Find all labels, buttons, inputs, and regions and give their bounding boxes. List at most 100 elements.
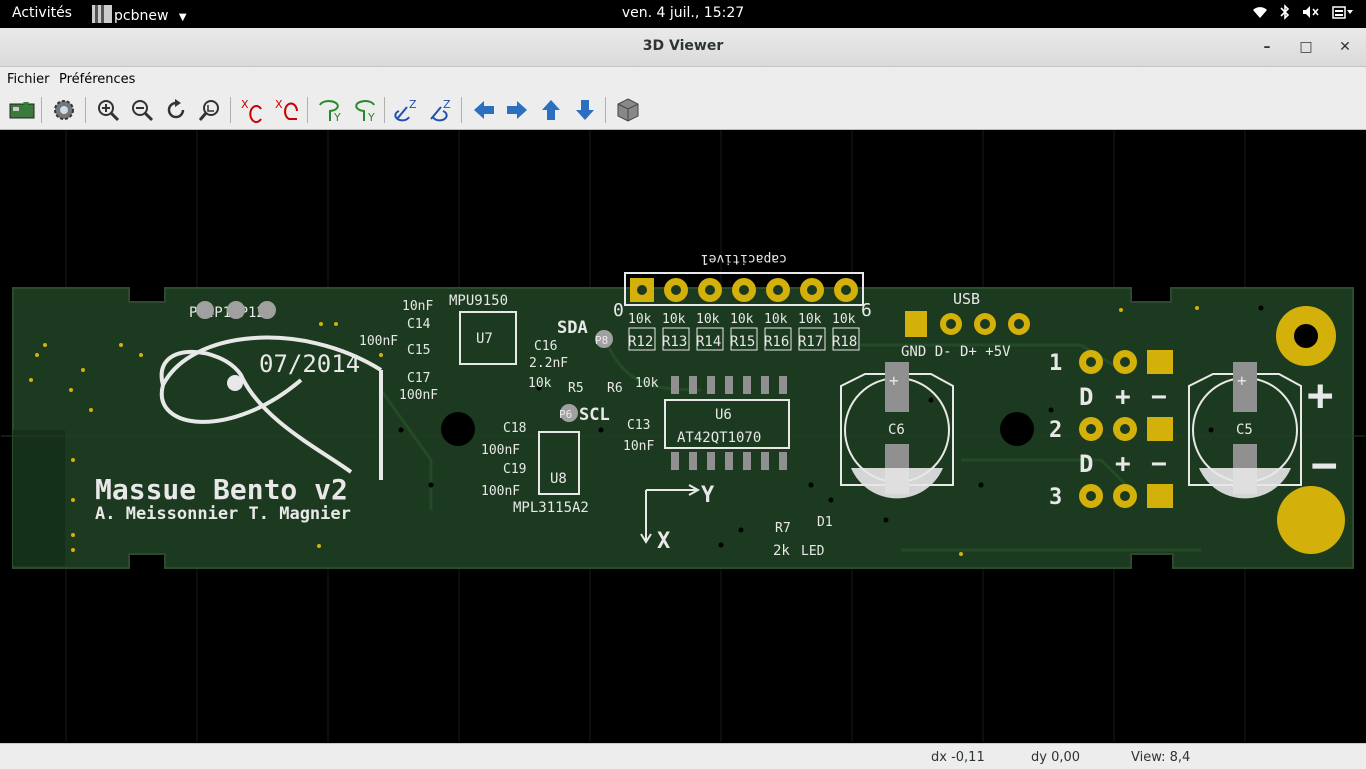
maximize-button[interactable]: □ [1295,36,1317,58]
header-pin-hole [671,285,681,295]
power-menu-icon [1332,5,1354,23]
status-dy: dy 0,00 [1031,750,1081,765]
zoom-out-icon[interactable] [127,95,157,125]
settings-icon[interactable] [49,95,79,125]
c13-value: 10nF [623,439,654,454]
conn-plus-2: + [1115,449,1131,479]
c18-value: 100nF [481,443,520,458]
header-pin-hole [705,285,715,295]
header-pin-first: 0 [613,300,624,321]
battery-plus: + [1307,370,1334,421]
zoom-fit-icon[interactable] [195,95,225,125]
r6-label: R6 [607,381,623,396]
resistor-value-label: 10k [696,312,720,327]
pan-up-icon[interactable] [536,95,566,125]
c15-value: 100nF [359,334,398,349]
u7-label: U7 [476,331,493,347]
pan-left-icon[interactable] [469,95,499,125]
header-pin-hole [773,285,783,295]
board-date: 07/2014 [259,350,360,378]
c15-label: C15 [407,343,430,358]
capacitive-header-label: capacitive1 [701,251,787,266]
svg-text:Z: Z [443,98,451,111]
app-menu[interactable]: pcbnew ▼ [92,5,187,24]
app-name: pcbnew [114,8,169,24]
redraw-icon[interactable] [161,95,191,125]
p6-label: P6 [559,408,572,421]
rotate-x-ccw-icon[interactable]: X [272,95,302,125]
c18-label: C18 [503,421,526,436]
rotate-z-cw-icon[interactable]: Z [392,95,422,125]
r7-label: R7 [775,521,791,536]
r5-label: R5 [568,381,584,396]
u8-part: MPL3115A2 [513,500,589,516]
minimize-button[interactable]: – [1256,36,1278,58]
rotate-x-cw-icon[interactable]: X [238,95,268,125]
mounting-hole-right [1000,412,1034,446]
conn-number-1: 1 [1049,351,1062,376]
pcbnew-app-icon [92,5,112,23]
u8-label: U8 [550,471,567,487]
conn-number-3: 3 [1049,485,1062,510]
d-letter-1: D [1079,383,1093,411]
3d-canvas[interactable]: Massue Bento v2 A. Meissonnier T. Magnie… [1,130,1365,742]
c13-label: C13 [627,418,650,433]
status-dx: dx -0,11 [931,750,985,765]
resistor-value-label: 10k [662,312,686,327]
reload-board-icon[interactable] [7,95,37,125]
ortho-view-icon[interactable] [613,95,643,125]
conn-minus-1: − [1151,382,1167,412]
menu-preferences[interactable]: Préférences [59,72,135,87]
svg-text:Y: Y [333,111,341,123]
c16-label: C16 [534,339,557,354]
d1-label: D1 [817,515,833,530]
zoom-in-icon[interactable] [93,95,123,125]
mpu-label: MPU9150 [449,293,508,309]
c6-label: C6 [888,422,905,438]
close-button[interactable]: ✕ [1334,36,1356,58]
r7-value: 2k [773,543,790,559]
d1-value: LED [801,544,825,559]
resistor-value-label: 10k [628,312,652,327]
axis-x-label: X [657,529,670,554]
resistor-ref-r13: R13 [662,334,687,350]
c17-label: C17 [407,371,430,386]
activities-button[interactable]: Activités [12,5,72,21]
d-letter-2: D [1079,450,1093,478]
battery-minus: − [1311,440,1338,491]
c17-value: 100nF [399,388,438,403]
pan-right-icon[interactable] [502,95,532,125]
rotate-y-cw-icon[interactable]: Y [315,95,345,125]
u6-label: U6 [715,407,732,423]
resistor-ref-r17: R17 [798,334,823,350]
resistor-ref-r12: R12 [628,334,653,350]
svg-text:Z: Z [409,98,417,111]
resistor-value-label: 10k [730,312,754,327]
p8-label: P8 [595,334,608,347]
wifi-icon [1252,5,1268,23]
c6-plus: + [889,371,899,390]
system-top-bar: Activités pcbnew ▼ ven. 4 juil., 15:27 [0,0,1366,28]
resistor-value-label: 10k [832,312,856,327]
status-view: View: 8,4 [1131,750,1191,765]
board-authors: A. Meissonnier T. Magnier [95,504,351,524]
chevron-down-icon: ▼ [178,12,187,23]
c14-label: C14 [407,317,431,332]
c16-value: 2.2nF [529,356,568,371]
menu-fichier[interactable]: Fichier [7,72,50,87]
clock[interactable]: ven. 4 juil., 15:27 [0,5,1366,21]
scl-label: SCL [579,405,610,425]
rotate-z-ccw-icon[interactable]: Z [426,95,456,125]
usb-label: USB [953,290,980,308]
mounting-hole-left [441,412,475,446]
resistor-ref-r15: R15 [730,334,755,350]
rotate-y-ccw-icon[interactable]: Y [349,95,379,125]
resistor-ref-r18: R18 [832,334,857,350]
system-tray[interactable] [1252,4,1354,24]
sda-label: SDA [557,318,588,338]
resistor-ref-r14: R14 [696,334,721,350]
window-titlebar[interactable]: 3D Viewer – □ ✕ [0,28,1366,67]
svg-text:Y: Y [367,111,375,123]
pan-down-icon[interactable] [570,95,600,125]
c19-label: C19 [503,462,526,477]
